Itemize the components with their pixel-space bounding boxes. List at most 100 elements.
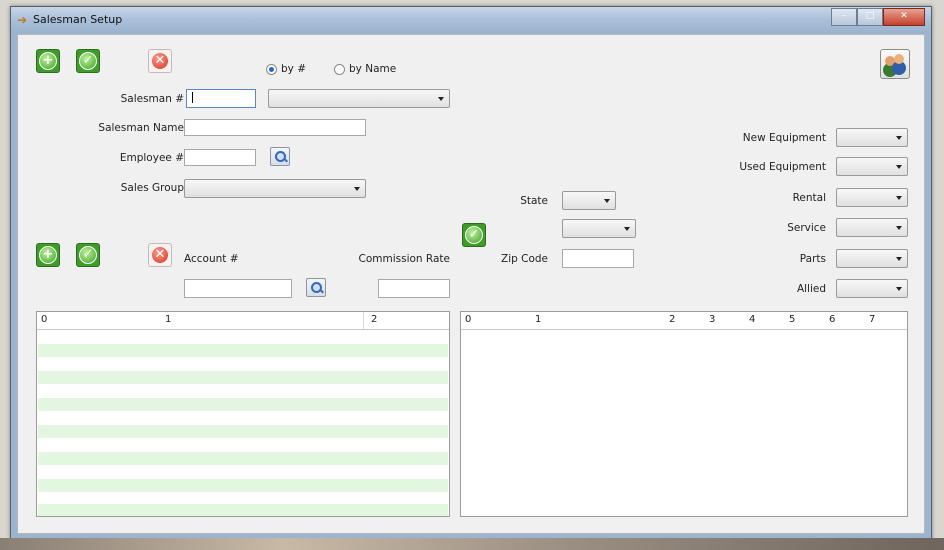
arrow-app-icon: ➔ [17, 13, 28, 27]
chevron-down-icon [896, 226, 902, 230]
table-row[interactable] [38, 504, 448, 516]
users-button[interactable] [880, 49, 910, 79]
grid-header: 0 1 2 [37, 312, 449, 330]
grid-column-header[interactable]: 7 [869, 314, 875, 325]
state-dropdown[interactable] [562, 191, 616, 210]
grid-column-header[interactable]: 0 [41, 314, 47, 325]
service-dropdown[interactable] [836, 218, 908, 237]
employee-number-input[interactable] [184, 149, 256, 166]
account-number-label: Account # [184, 253, 239, 265]
grid-column-header[interactable]: 3 [709, 314, 715, 325]
user-icon [894, 54, 904, 64]
sales-group-dropdown[interactable] [184, 179, 366, 198]
grid-column-header[interactable]: 6 [829, 314, 835, 325]
grid-header: 0 1 2 3 4 5 6 7 [461, 312, 907, 330]
service-label: Service [787, 222, 826, 234]
add-account-button[interactable]: + [36, 243, 60, 267]
window-controls: – □ ✕ [831, 8, 925, 26]
chevron-down-icon [354, 187, 360, 191]
zip-code-input[interactable] [562, 249, 634, 268]
grid-column-header[interactable]: 1 [165, 314, 171, 325]
close-icon: ✕ [900, 11, 908, 21]
delete-icon: ✕ [152, 53, 168, 69]
account-number-input[interactable] [184, 279, 292, 298]
save-account-button[interactable]: ✓ [76, 243, 100, 267]
chevron-down-icon [896, 287, 902, 291]
search-by-name-label: by Name [349, 63, 397, 75]
search-by-name-option[interactable]: by Name [334, 63, 396, 75]
magnifier-handle [319, 288, 324, 294]
delete-icon: ✕ [152, 247, 168, 263]
county-dropdown[interactable] [562, 219, 636, 238]
zip-code-label: Zip Code [501, 253, 548, 265]
table-row[interactable] [38, 398, 448, 411]
account-search-button[interactable] [306, 278, 326, 297]
allied-dropdown[interactable] [836, 279, 908, 298]
sales-group-label: Sales Group [120, 182, 184, 194]
chevron-down-icon [438, 97, 444, 101]
radio-unselected-icon [334, 63, 345, 75]
table-row[interactable] [38, 452, 448, 465]
allied-label: Allied [796, 283, 826, 295]
chevron-down-icon [896, 196, 902, 200]
chevron-down-icon [604, 199, 610, 203]
table-row[interactable] [38, 371, 448, 384]
rental-dropdown[interactable] [836, 188, 908, 207]
salesman-lookup-dropdown[interactable] [268, 89, 450, 108]
new-equipment-dropdown[interactable] [836, 128, 908, 147]
search-by-number-label: by # [281, 63, 307, 75]
add-icon: + [39, 52, 57, 70]
column-divider[interactable] [363, 312, 364, 329]
maximize-icon: □ [865, 11, 875, 21]
grid-column-header[interactable]: 2 [669, 314, 675, 325]
grid-column-header[interactable]: 5 [789, 314, 795, 325]
used-equipment-label: Used Equipment [739, 161, 826, 173]
title-bar[interactable]: ➔ Salesman Setup – □ ✕ [11, 7, 931, 33]
grid-column-header[interactable]: 4 [749, 314, 755, 325]
radio-selected-icon [266, 63, 277, 75]
minimize-icon: – [841, 11, 847, 21]
close-button[interactable]: ✕ [883, 8, 925, 26]
chevron-down-icon [624, 227, 630, 231]
chevron-down-icon [896, 136, 902, 140]
commission-grid[interactable]: 0 1 2 3 4 5 6 7 [460, 311, 908, 517]
accounts-grid[interactable]: 0 1 2 [36, 311, 450, 517]
check-icon: ✓ [465, 226, 483, 244]
chevron-down-icon [896, 257, 902, 261]
salesman-number-label: Salesman # [120, 93, 184, 105]
rental-label: Rental [792, 192, 826, 204]
table-row[interactable] [38, 479, 448, 492]
employee-number-label: Employee # [119, 152, 184, 164]
commission-rate-label: Commission Rate [358, 253, 450, 265]
new-equipment-label: New Equipment [742, 132, 826, 144]
table-row[interactable] [38, 344, 448, 357]
table-row[interactable] [38, 425, 448, 438]
search-by-number-option[interactable]: by # [266, 63, 306, 75]
grid-column-header[interactable]: 1 [535, 314, 541, 325]
minimize-button[interactable]: – [831, 8, 857, 26]
grid-column-header[interactable]: 0 [465, 314, 471, 325]
check-icon: ✓ [79, 246, 97, 264]
delete-salesman-button[interactable]: ✕ [148, 49, 172, 73]
save-salesman-button[interactable]: ✓ [76, 49, 100, 73]
salesman-setup-window: ➔ Salesman Setup – □ ✕ + ✓ ✕ by # by Nam… [10, 6, 932, 540]
grid-column-header[interactable]: 2 [371, 314, 377, 325]
parts-dropdown[interactable] [836, 249, 908, 268]
apply-location-button[interactable]: ✓ [462, 223, 486, 247]
salesman-number-input[interactable] [186, 89, 256, 108]
add-icon: + [39, 246, 57, 264]
check-icon: ✓ [79, 52, 97, 70]
state-label: State [520, 195, 548, 207]
salesman-name-input[interactable] [184, 119, 366, 136]
salesman-name-label: Salesman Name [98, 122, 184, 134]
delete-account-button[interactable]: ✕ [148, 243, 172, 267]
used-equipment-dropdown[interactable] [836, 157, 908, 176]
maximize-button[interactable]: □ [857, 8, 883, 26]
commission-rate-input[interactable] [378, 279, 450, 298]
chevron-down-icon [896, 165, 902, 169]
desktop-background [0, 538, 944, 550]
add-salesman-button[interactable]: + [36, 49, 60, 73]
employee-search-button[interactable] [270, 147, 290, 166]
parts-label: Parts [799, 253, 826, 265]
window-title: Salesman Setup [33, 13, 123, 26]
